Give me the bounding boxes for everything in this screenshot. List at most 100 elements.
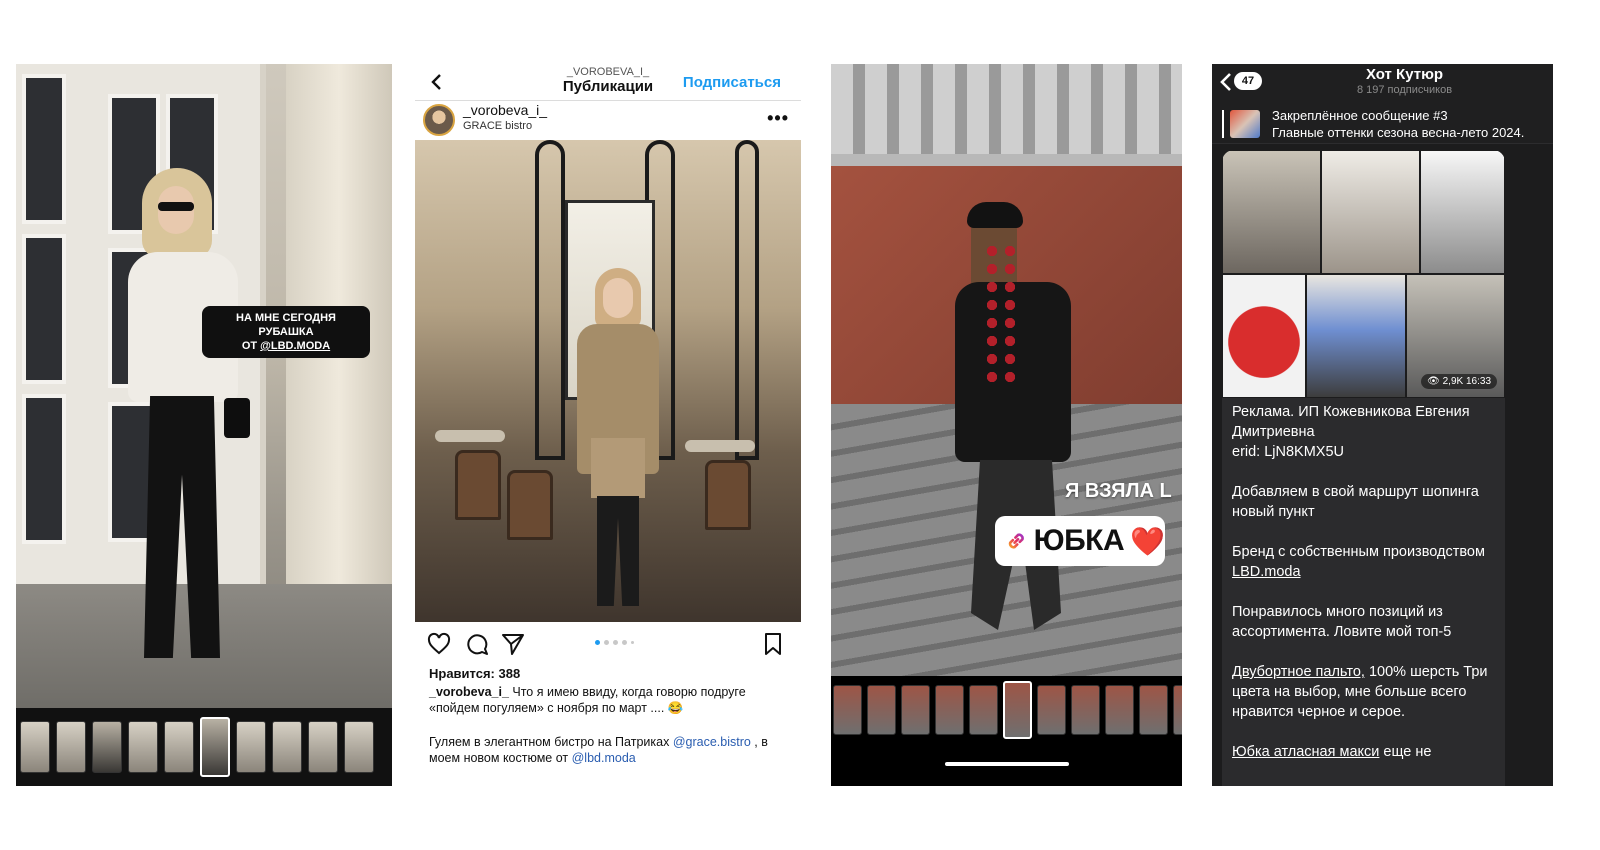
carousel-dot: [613, 640, 618, 645]
post-caption: _vorobeva_i_ Что я имею ввиду, когда гов…: [429, 684, 791, 716]
table: [435, 430, 505, 442]
carousel-dot: [595, 640, 600, 645]
post-location[interactable]: GRACE bistro: [463, 120, 532, 132]
story-thumbnail[interactable]: [1071, 685, 1100, 735]
coat-link[interactable]: Двубортное пальто,: [1232, 664, 1365, 680]
balustrade: [831, 64, 1182, 154]
views-and-time: 👁 2,9K 16:33: [1421, 374, 1497, 389]
share-icon[interactable]: [501, 632, 525, 656]
channel-post: 👁 2,9K 16:33 Реклама. ИП Кожевникова Евг…: [1222, 150, 1505, 786]
story-thumbnail[interactable]: [308, 721, 338, 773]
story-thumbnail[interactable]: [92, 721, 122, 773]
paragraph-3: Понравилось много позиций из ассортимент…: [1232, 604, 1452, 640]
caption-author[interactable]: _vorobeva_i_: [429, 685, 509, 699]
mention-sticker[interactable]: НА МНЕ СЕГОДНЯ РУБАШКА ОТ @LBD.MODA: [202, 306, 370, 358]
brand-link[interactable]: LBD.moda: [1232, 564, 1301, 580]
paragraph-4: Двубортное пальто, 100% шерсть Три цвета…: [1232, 664, 1488, 720]
story-thumbnail[interactable]: [272, 721, 302, 773]
skirt-link[interactable]: Юбка атласная макси: [1232, 744, 1379, 760]
rail: [831, 154, 1182, 166]
pinned-title: Закреплённое сообщение #3: [1272, 108, 1448, 123]
mention-grace-bistro[interactable]: @grace.bistro: [673, 735, 751, 749]
woman-figure: [941, 202, 1091, 642]
story-thumbnail[interactable]: [236, 721, 266, 773]
post-actions: [415, 626, 801, 662]
post-header: _vorobeva_i_ GRACE bistro •••: [415, 102, 801, 138]
pin-indicator: [1222, 110, 1224, 138]
avatar[interactable]: [423, 104, 455, 136]
subscribe-button[interactable]: Подписаться: [683, 74, 781, 91]
story-thumbnail-active[interactable]: [200, 717, 230, 777]
ig-top-bar: _VOROBEVA_I_ Публикации Подписаться: [415, 64, 801, 100]
album-photo[interactable]: [1321, 150, 1420, 274]
link-sticker-label: ЮБКА: [1033, 524, 1125, 557]
comment-icon[interactable]: [465, 632, 489, 656]
story-thumbnail-strip: [831, 680, 1182, 740]
instagram-post-panel: _VOROBEVA_I_ Публикации Подписаться _vor…: [415, 64, 801, 786]
story-thumbnail[interactable]: [833, 685, 862, 735]
caption2-text: Гуляем в элегантном бистро на Патриках: [429, 735, 673, 749]
mention-lbd-moda[interactable]: @lbd.moda: [572, 751, 636, 765]
album-photo[interactable]: [1306, 274, 1406, 398]
album-photo[interactable]: [1420, 150, 1505, 274]
carousel-indicator: [595, 640, 634, 645]
mention-link[interactable]: @LBD.MODA: [260, 340, 330, 352]
story-thumbnail[interactable]: [128, 721, 158, 773]
story-thumbnail[interactable]: [1105, 685, 1134, 735]
post-photo[interactable]: [415, 140, 801, 622]
home-indicator[interactable]: [945, 762, 1069, 766]
story-thumbnail[interactable]: [1037, 685, 1066, 735]
woman-figure: [573, 268, 663, 608]
likes-count[interactable]: Нравится: 388: [429, 666, 520, 681]
story-photo: [16, 64, 392, 717]
story-thumbnail[interactable]: [969, 685, 998, 735]
ad-line: Реклама. ИП Кожевникова Евгения Дмитриев…: [1232, 404, 1470, 440]
sticker-line-1: НА МНЕ СЕГОДНЯ РУБАШКА: [236, 312, 336, 338]
story-thumbnail[interactable]: [901, 685, 930, 735]
post-text: Реклама. ИП Кожевникова Евгения Дмитриев…: [1232, 402, 1500, 782]
woman-figure: [128, 168, 250, 668]
pinned-message-bar[interactable]: Закреплённое сообщение #3 Главные оттенк…: [1212, 104, 1553, 144]
subscriber-count: 8 197 подписчиков: [1356, 84, 1453, 96]
link-icon: [1008, 533, 1024, 549]
heart-emoji: ❤️: [1130, 525, 1165, 557]
carousel-dot: [604, 640, 609, 645]
paragraph-1: Добавляем в свой маршрут шопинга новый п…: [1232, 484, 1479, 520]
paragraph-5: Юбка атласная макси еще не: [1232, 744, 1432, 760]
bookmark-icon[interactable]: [761, 632, 785, 656]
divider: [415, 100, 801, 101]
post-author[interactable]: _vorobeva_i_: [463, 102, 547, 118]
post-caption-2: Гуляем в элегантном бистро на Патриках @…: [429, 734, 791, 766]
story-panel-2: Я ВЗЯЛА L ЮБКА ❤️: [831, 64, 1182, 786]
story-thumbnail[interactable]: [867, 685, 896, 735]
tg-header: 47 Хот Кутюр 8 197 подписчиков: [1212, 64, 1553, 104]
story-thumbnail[interactable]: [20, 721, 50, 773]
arch-decor: [535, 140, 565, 460]
channel-title[interactable]: Хот Кутюр: [1212, 66, 1553, 83]
story-thumbnail[interactable]: [344, 721, 374, 773]
link-sticker[interactable]: ЮБКА ❤️: [995, 516, 1165, 566]
album-photo[interactable]: [1222, 150, 1321, 274]
story-thumbnail[interactable]: [1139, 685, 1168, 735]
pinned-text: Главные оттенки сезона весна-лето 2024.: [1272, 125, 1525, 140]
eye-icon: 👁: [1427, 376, 1443, 387]
photo-album: [1222, 150, 1505, 398]
story-thumbnail[interactable]: [56, 721, 86, 773]
more-options-icon[interactable]: •••: [767, 108, 789, 129]
story-thumbnail[interactable]: [935, 685, 964, 735]
erid: erid: LjN8KMX5U: [1232, 444, 1345, 460]
story-caption: Я ВЗЯЛА L: [1065, 480, 1172, 502]
story-thumbnail-active[interactable]: [1003, 681, 1032, 739]
heart-icon[interactable]: [427, 632, 451, 656]
story-thumbnail[interactable]: [1173, 685, 1182, 735]
views-text: 2,9K 16:33: [1442, 376, 1491, 387]
chair: [705, 460, 751, 530]
story-photo: [831, 64, 1182, 676]
paragraph-2: Бренд с собственным производством LBD.mo…: [1232, 544, 1485, 580]
table: [685, 440, 755, 452]
album-photo[interactable]: [1222, 274, 1306, 398]
story-thumbnail[interactable]: [164, 721, 194, 773]
arch-decor: [735, 140, 759, 460]
chair: [507, 470, 553, 540]
story-thumbnail-strip: [16, 708, 392, 786]
